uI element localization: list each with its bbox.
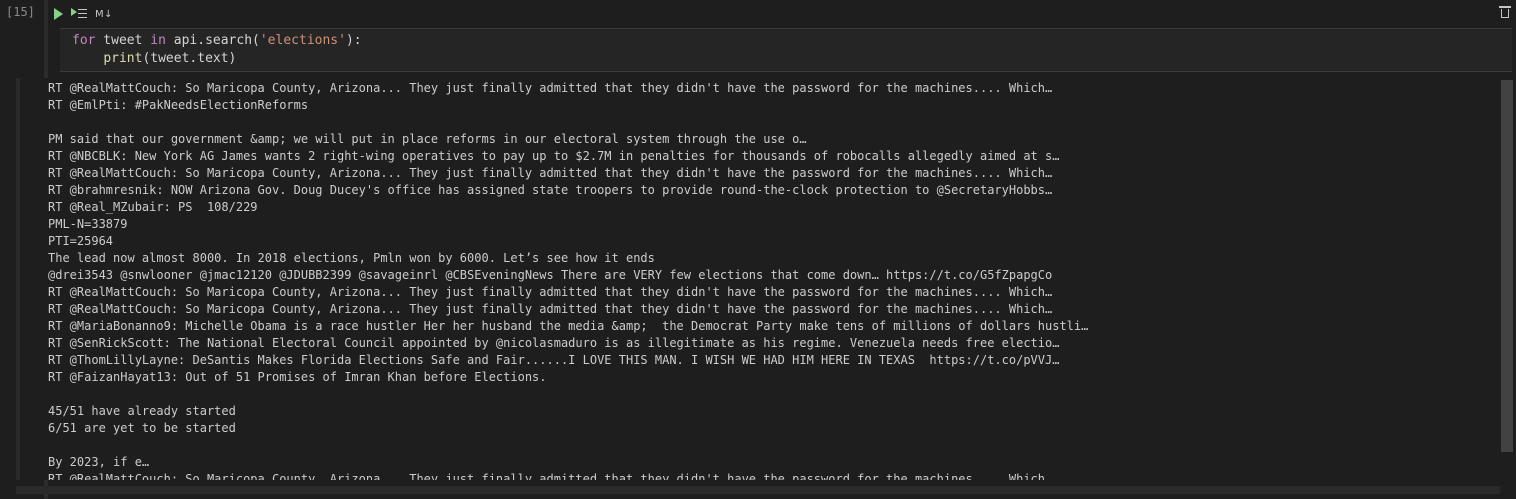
run-cell-button[interactable]	[48, 5, 63, 23]
output-line: 6/51 are yet to be started	[48, 421, 236, 435]
output-line: PM said that our government &amp; we wil…	[48, 132, 807, 146]
output-border	[16, 78, 20, 480]
output-line: By 2023, if e…	[48, 455, 150, 469]
output-line: RT @NBCBLK: New York AG James wants 2 ri…	[48, 149, 1060, 163]
cell-toolbar: M↓	[48, 4, 121, 24]
play-icon	[54, 8, 63, 20]
output-line: RT @Real_MZubair: PS 108/229	[48, 200, 258, 214]
output-line: 45/51 have already started	[48, 404, 236, 418]
execution-count: [15]	[6, 5, 35, 19]
code-line-2: print(tweet.text)	[103, 51, 237, 66]
output-line: RT @brahmresnik: NOW Arizona Gov. Doug D…	[48, 183, 1053, 197]
output-text: RT @RealMattCouch: So Maricopa County, A…	[48, 80, 1088, 480]
output-scrollbar-thumb[interactable]	[1501, 80, 1513, 452]
cell-output: RT @RealMattCouch: So Maricopa County, A…	[16, 78, 1500, 480]
output-line: @drei3543 @snwlooner @jmac12120 @JDUBB23…	[48, 268, 1053, 282]
output-line: RT @SenRickScott: The National Electoral…	[48, 336, 1060, 350]
delete-cell-button[interactable]	[1499, 6, 1511, 18]
output-line: RT @RealMattCouch: So Maricopa County, A…	[48, 81, 1053, 95]
output-line: RT @RealMattCouch: So Maricopa County, A…	[48, 285, 1053, 299]
output-line: RT @EmlPti: #PakNeedsElectionReforms	[48, 98, 309, 112]
markdown-label: M↓	[95, 8, 114, 20]
output-line: RT @FaizanHayat13: Out of 51 Promises of…	[48, 370, 547, 384]
output-line: PML-N=33879	[48, 217, 128, 231]
horizontal-scrollbar[interactable]	[16, 486, 1500, 494]
code-editor[interactable]: for tweet in api.search('elections'): pr…	[60, 28, 1512, 72]
output-line: RT @ThomLillyLayne: DeSantis Makes Flori…	[48, 353, 1060, 367]
code-line-1: for tweet in api.search('elections'):	[72, 33, 362, 48]
output-line: PTI=25964	[48, 234, 114, 248]
run-below-button[interactable]	[71, 5, 87, 23]
output-line: RT @RealMattCouch: So Maricopa County, A…	[48, 302, 1053, 316]
output-line: RT @MariaBonanno9: Michelle Obama is a r…	[48, 319, 1089, 333]
output-line: RT @RealMattCouch: So Maricopa County, A…	[48, 166, 1053, 180]
trash-icon	[1499, 6, 1511, 8]
run-below-icon	[71, 7, 87, 21]
output-line: RT @RealMattCouch: So Maricopa County, A…	[48, 472, 1053, 480]
change-to-markdown-button[interactable]: M↓	[95, 5, 113, 23]
output-line: The lead now almost 8000. In 2018 electi…	[48, 251, 655, 265]
